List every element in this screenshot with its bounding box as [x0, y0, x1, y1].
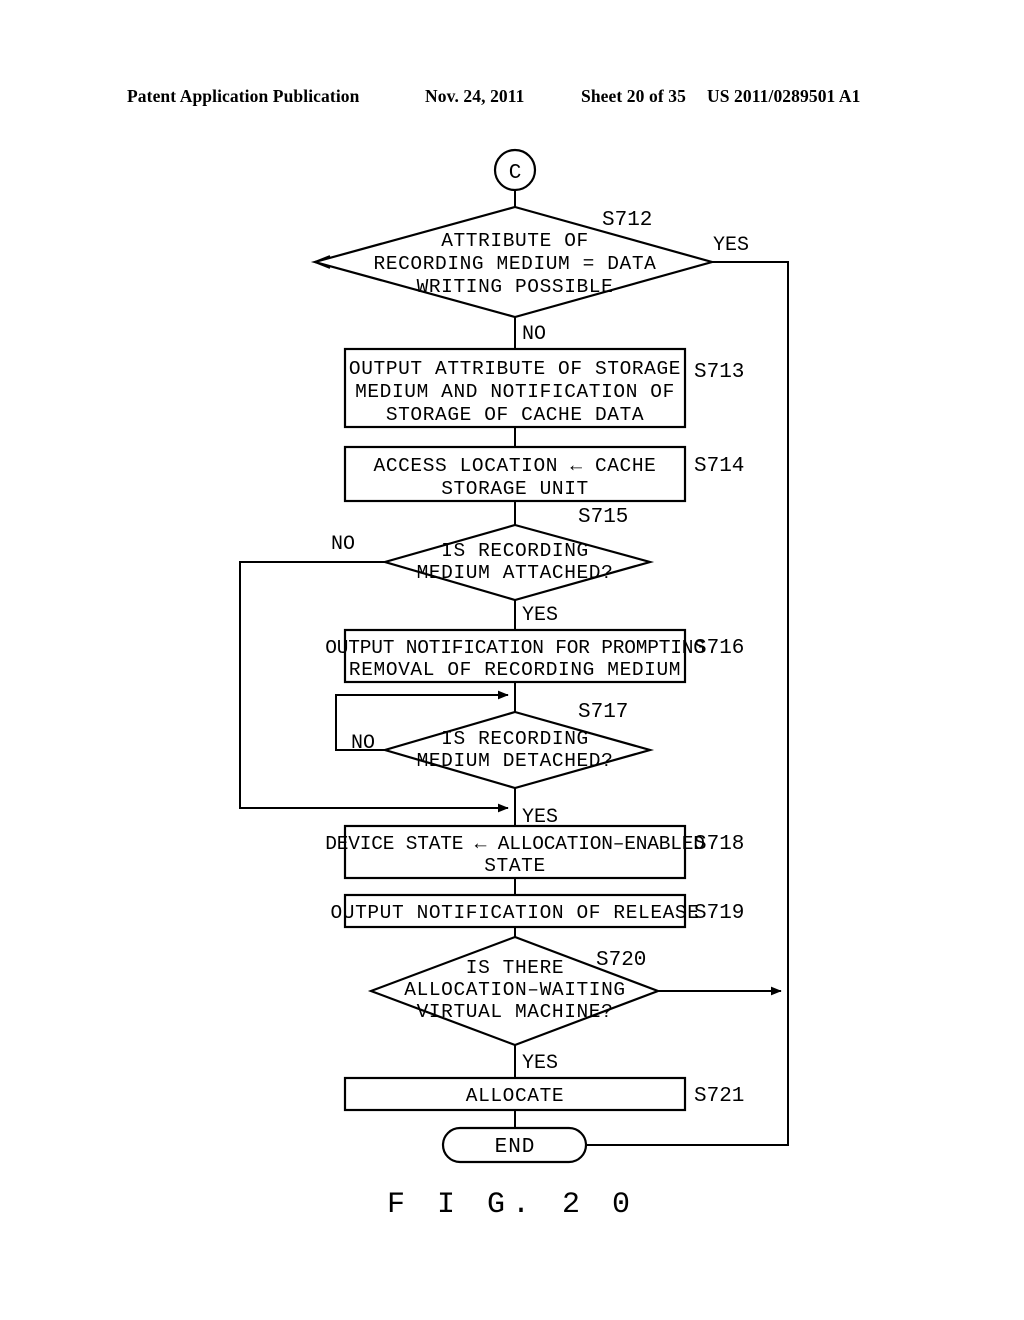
s712-line-2: RECORDING MEDIUM = DATA — [374, 253, 657, 275]
s721-line-1: ALLOCATE — [466, 1085, 564, 1107]
s715-no-label: NO — [331, 533, 355, 556]
flowchart-figure-20: C ATTRIBUTE OF RECORDING MEDIUM = DATA W… — [239, 148, 789, 1164]
process-s718: DEVICE STATE ← ALLOCATION–ENABLED STATE — [325, 824, 705, 880]
s716-line-1: OUTPUT NOTIFICATION FOR PROMPTING — [325, 637, 705, 659]
s721-step-label: S721 — [694, 1085, 744, 1108]
s717-line-1: IS RECORDING — [441, 728, 589, 750]
s719-step-label: S719 — [694, 902, 744, 925]
s713-line-3: STORAGE OF CACHE DATA — [386, 404, 644, 426]
s712-line-3: WRITING POSSIBLE — [417, 276, 614, 298]
s713-step-label: S713 — [694, 361, 744, 384]
s712-yes-label: YES — [713, 234, 749, 257]
s713-line-2: MEDIUM AND NOTIFICATION OF — [355, 381, 675, 403]
s712-no-label: NO — [522, 323, 546, 346]
decision-s712: ATTRIBUTE OF RECORDING MEDIUM = DATA WRI… — [310, 205, 717, 319]
connector-node-c: C — [493, 148, 537, 192]
s715-yes-label: YES — [522, 604, 558, 627]
process-s713: OUTPUT ATTRIBUTE OF STORAGE MEDIUM AND N… — [343, 347, 687, 429]
s718-line-2: STATE — [484, 855, 546, 877]
s720-line-2: ALLOCATION–WAITING — [404, 979, 625, 1001]
s717-no-label: NO — [351, 732, 375, 755]
s715-line-2: MEDIUM ATTACHED? — [417, 562, 614, 584]
s718-line-1: DEVICE STATE ← ALLOCATION–ENABLED — [325, 833, 705, 855]
s716-step-label: S716 — [694, 637, 744, 660]
s715-line-1: IS RECORDING — [441, 540, 589, 562]
s714-line-1: ACCESS LOCATION ← CACHE — [374, 455, 657, 477]
process-s721: ALLOCATE — [343, 1076, 687, 1112]
terminal-end-label: END — [495, 1136, 536, 1159]
s717-step-label: S717 — [578, 701, 628, 724]
s714-line-2: STORAGE UNIT — [441, 478, 589, 500]
figure-caption: F I G. 2 0 — [386, 1188, 638, 1222]
s716-line-2: REMOVAL OF RECORDING MEDIUM — [349, 659, 681, 681]
s720-yes-label: YES — [522, 1052, 558, 1075]
s720-line-3: VIRTUAL MACHINE? — [417, 1001, 614, 1023]
terminal-end: END — [441, 1126, 588, 1164]
s720-step-label: S720 — [596, 949, 646, 972]
s719-line-1: OUTPUT NOTIFICATION OF RELEASE — [330, 902, 699, 924]
decision-s715: IS RECORDING MEDIUM ATTACHED? — [381, 523, 655, 602]
s718-step-label: S718 — [694, 833, 744, 856]
s714-step-label: S714 — [694, 455, 744, 478]
process-s714: ACCESS LOCATION ← CACHE STORAGE UNIT — [343, 445, 687, 503]
process-s719: OUTPUT NOTIFICATION OF RELEASE — [330, 893, 699, 929]
s720-line-1: IS THERE — [466, 957, 564, 979]
process-s716: OUTPUT NOTIFICATION FOR PROMPTING REMOVA… — [325, 628, 705, 684]
s715-step-label: S715 — [578, 506, 628, 529]
connector-c-label: C — [509, 162, 522, 185]
s712-line-1: ATTRIBUTE OF — [441, 230, 589, 252]
s713-line-1: OUTPUT ATTRIBUTE OF STORAGE — [349, 358, 681, 380]
s712-step-label: S712 — [602, 209, 652, 232]
s717-line-2: MEDIUM DETACHED? — [417, 750, 614, 772]
